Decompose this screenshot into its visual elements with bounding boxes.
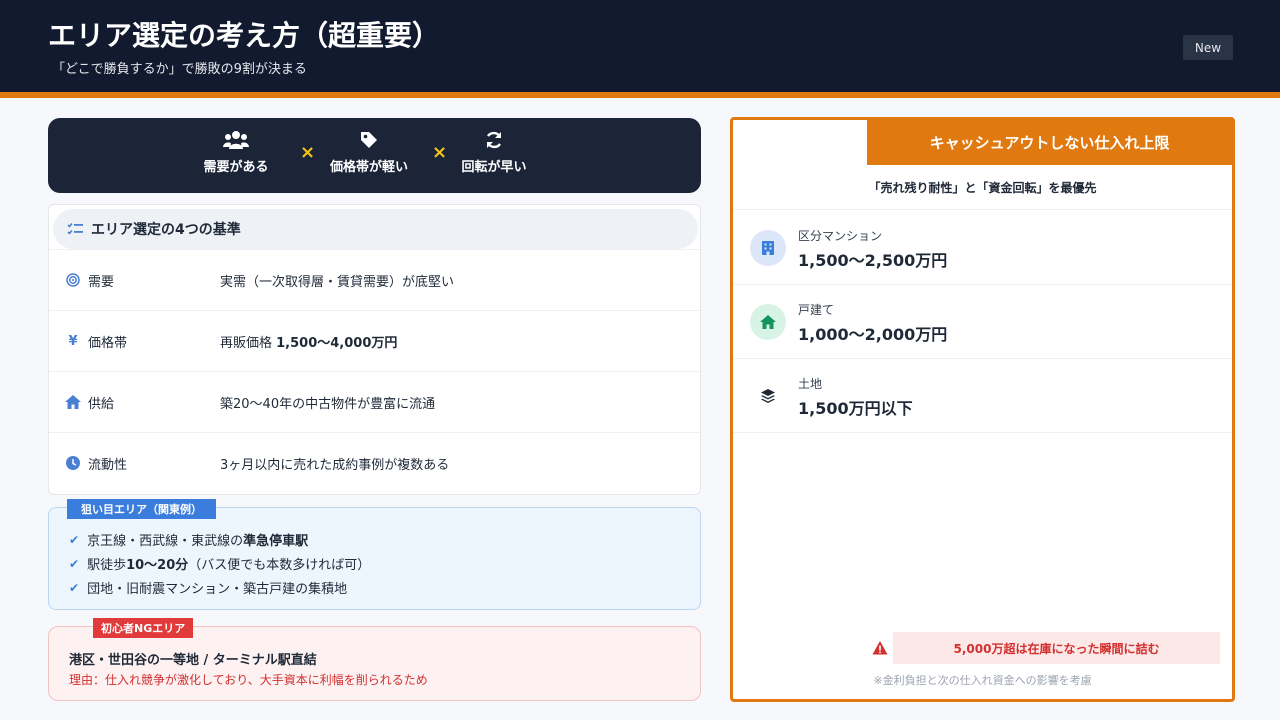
formula-label: 需要がある bbox=[203, 160, 269, 175]
check-icon: ✔ bbox=[69, 580, 80, 595]
criteria-card: エリア選定の4つの基準 需要 実需（一次取得層・賃貸需要）が底堅い ¥ 価格帯 … bbox=[48, 204, 701, 495]
target-item-suffix: （バス便でも本数多ければ可） bbox=[188, 558, 371, 573]
formula-label: 価格帯が軽い bbox=[329, 160, 408, 175]
price-limit-name: 区分マンション bbox=[798, 229, 883, 243]
purchase-limit-panel: キャッシュアウトしない仕入れ上限 「売れ残り耐性」と「資金回転」を最優先 区分マ… bbox=[730, 117, 1235, 702]
target-item-bold: 準急停車駅 bbox=[243, 534, 309, 549]
purchase-limit-title: キャッシュアウトしない仕入れ上限 bbox=[867, 120, 1232, 165]
price-limit-value: 1,500〜2,500万円 bbox=[798, 251, 948, 270]
formula-item-price: 価格帯が軽い bbox=[314, 130, 424, 175]
price-limit-name: 戸建て bbox=[798, 303, 835, 317]
criteria-name: 流動性 bbox=[88, 457, 128, 473]
criteria-row: 流動性 3ヶ月以内に売れた成約事例が複数ある bbox=[49, 432, 700, 493]
formula-item-demand: 需要がある bbox=[181, 130, 291, 175]
target-item: ✔ 京王線・西武線・東武線の 準急停車駅 bbox=[69, 530, 309, 550]
criteria-desc: 実需（一次取得層・賃貸需要）が底堅い bbox=[220, 274, 455, 290]
target-item-prefix: 団地・旧耐震マンション・築古戸建の集積地 bbox=[87, 582, 348, 597]
criteria-name: 供給 bbox=[88, 396, 115, 412]
target-item: ✔ 団地・旧耐震マンション・築古戸建の集積地 bbox=[69, 578, 348, 598]
criteria-row: 需要 実需（一次取得層・賃貸需要）が底堅い bbox=[49, 249, 700, 310]
price-limit-row: 土地 1,500万円以下 bbox=[733, 359, 1232, 433]
criteria-row: 供給 築20〜40年の中古物件が豊富に流通 bbox=[49, 371, 700, 432]
building-icon bbox=[750, 230, 786, 266]
criteria-row: ¥ 価格帯 再販価格 1,500〜4,000万円 bbox=[49, 310, 700, 371]
tag-icon bbox=[361, 132, 377, 148]
price-limit-value: 1,500万円以下 bbox=[798, 399, 913, 418]
target-item-prefix: 駅徒歩 bbox=[87, 558, 127, 573]
criteria-desc-bold: 1,500〜4,000万円 bbox=[276, 335, 398, 351]
yen-icon: ¥ bbox=[68, 333, 78, 349]
price-limit-row: 区分マンション 1,500〜2,500万円 bbox=[733, 211, 1232, 285]
criteria-name: 需要 bbox=[88, 274, 115, 290]
house-icon bbox=[750, 304, 786, 340]
price-limit-row: 戸建て 1,000〜2,000万円 bbox=[733, 285, 1232, 359]
purchase-limit-subtitle: 「売れ残り耐性」と「資金回転」を最優先 bbox=[733, 165, 1232, 210]
criteria-desc: 再販価格 1,500〜4,000万円 bbox=[220, 332, 397, 351]
layers-icon bbox=[750, 378, 786, 414]
formula-item-turnover: 回転が早い bbox=[439, 130, 549, 175]
price-limit-name: 土地 bbox=[798, 377, 823, 391]
target-icon bbox=[65, 272, 81, 288]
target-area-tag: 狙い目エリア（関東例） bbox=[67, 499, 216, 519]
times-operator: × bbox=[432, 142, 448, 163]
page-title: エリア選定の考え方（超重要） bbox=[48, 19, 441, 52]
check-icon: ✔ bbox=[69, 556, 80, 571]
times-operator: × bbox=[300, 142, 316, 163]
target-item: ✔ 駅徒歩 10〜20分 （バス便でも本数多ければ可） bbox=[69, 554, 371, 574]
home-icon bbox=[65, 394, 81, 410]
ng-area-tag: 初心者NGエリア bbox=[93, 618, 194, 638]
criteria-desc: 3ヶ月以内に売れた成約事例が複数ある bbox=[220, 457, 450, 473]
warning-icon bbox=[872, 641, 888, 655]
warning-message: 5,000万超は在庫になった瞬間に詰む bbox=[893, 632, 1220, 664]
ng-area-title: 港区・世田谷の一等地 / ターミナル駅直結 bbox=[69, 653, 317, 668]
page-subtitle: 「どこで勝負するか」で勝敗の9割が決まる bbox=[52, 62, 307, 77]
criteria-title: エリア選定の4つの基準 bbox=[91, 222, 241, 238]
page-header: エリア選定の考え方（超重要） 「どこで勝負するか」で勝敗の9割が決まる New bbox=[0, 0, 1280, 92]
ng-area-box: 初心者NGエリア 港区・世田谷の一等地 / ターミナル駅直結 理由：仕入れ競争が… bbox=[48, 618, 701, 701]
refresh-icon bbox=[486, 131, 502, 149]
price-limit-value: 1,000〜2,000万円 bbox=[798, 325, 948, 344]
ng-area-reason: 理由：仕入れ競争が激化しており、大手資本に利幅を削られるため bbox=[69, 673, 428, 687]
check-icon: ✔ bbox=[69, 532, 80, 547]
checklist-icon bbox=[67, 222, 83, 235]
users-icon bbox=[223, 131, 249, 149]
target-item-bold: 10〜20分 bbox=[126, 558, 189, 573]
formula-label: 回転が早い bbox=[461, 160, 527, 175]
footnote: ※金利負担と次の仕入れ資金への影響を考慮 bbox=[873, 674, 1092, 687]
criteria-header: エリア選定の4つの基準 bbox=[53, 209, 698, 249]
formula-bar: 需要がある 価格帯が軽い 回転が早い bbox=[48, 118, 701, 193]
criteria-desc-prefix: 再販価格 bbox=[220, 335, 277, 351]
criteria-desc: 築20〜40年の中古物件が豊富に流通 bbox=[220, 396, 436, 412]
target-area-box: 狙い目エリア（関東例） ✔ 京王線・西武線・東武線の 準急停車駅 ✔ 駅徒歩 10〜… bbox=[48, 499, 701, 610]
criteria-name: 価格帯 bbox=[88, 335, 128, 351]
new-badge: New bbox=[1183, 35, 1233, 60]
target-item-prefix: 京王線・西武線・東武線の bbox=[87, 534, 244, 549]
clock-icon bbox=[65, 455, 81, 471]
header-accent-bar bbox=[0, 92, 1280, 98]
